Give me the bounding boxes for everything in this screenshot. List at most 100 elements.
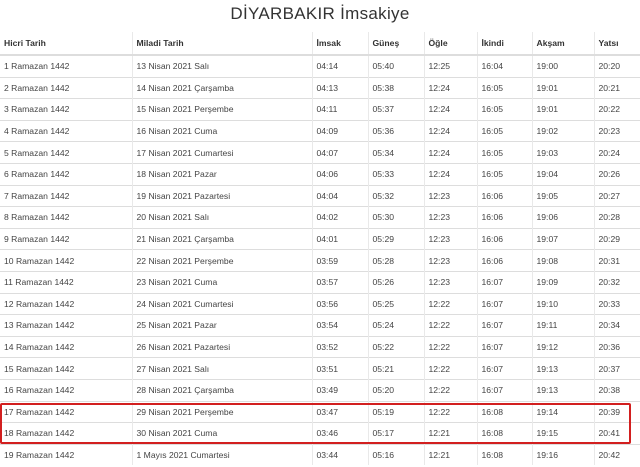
yatsi-cell: 20:33 — [593, 292, 640, 315]
gunes-cell: 05:36 — [367, 119, 424, 142]
ogle-cell: 12:23 — [423, 206, 477, 229]
table-row: 11 Ramazan 1442 23 Nisan 2021 Cuma 03:57 05… — [0, 270, 640, 294]
ogle-cell: 12:24 — [423, 98, 477, 121]
hicri-tarih-cell: 9 Ramazan 1442 — [0, 227, 132, 250]
aksam-cell: 19:13 — [531, 357, 594, 380]
miladi-tarih-cell: 26 Nisan 2021 Pazartesi — [131, 335, 312, 358]
hicri-tarih-cell: 3 Ramazan 1442 — [0, 98, 132, 121]
gunes-cell: 05:33 — [367, 162, 424, 186]
table-row: 7 Ramazan 1442 19 Nisan 2021 Pazartesi 04:… — [0, 184, 640, 207]
yatsi-cell: 20:41 — [593, 422, 640, 445]
aksam-cell: 19:05 — [531, 184, 594, 207]
table-row: 15 Ramazan 1442 27 Nisan 2021 Salı 03:51 05… — [0, 357, 640, 380]
aksam-cell: 19:13 — [531, 378, 594, 401]
hicri-tarih-cell: 19 Ramazan 1442 — [0, 443, 132, 466]
ogle-cell: 12:24 — [423, 76, 477, 99]
yatsi-cell: 20:34 — [593, 314, 640, 337]
ikindi-cell: 16:05 — [476, 141, 532, 164]
gunes-cell: 05:28 — [367, 249, 424, 272]
yatsi-cell: 20:37 — [593, 357, 640, 380]
gunes-cell: 05:30 — [367, 206, 424, 229]
miladi-tarih-cell: 29 Nisan 2021 Perşembe — [131, 400, 312, 423]
aksam-cell: 19:01 — [531, 76, 594, 99]
aksam-cell: 19:00 — [531, 54, 594, 78]
ogle-cell: 12:22 — [423, 400, 477, 423]
ogle-cell: 12:22 — [423, 335, 477, 358]
imsak-cell: 04:02 — [311, 206, 368, 229]
table-row: 3 Ramazan 1442 15 Nisan 2021 Perşembe 04:1… — [0, 98, 640, 121]
yatsi-cell: 20:21 — [593, 76, 640, 99]
hicri-tarih-cell: 17 Ramazan 1442 — [0, 400, 132, 423]
gunes-cell: 05:22 — [367, 335, 424, 358]
yatsi-cell: 20:28 — [593, 206, 640, 229]
miladi-tarih-cell: 18 Nisan 2021 Pazar — [131, 162, 312, 186]
ogle-cell: 12:23 — [423, 227, 477, 250]
aksam-cell: 19:11 — [531, 314, 594, 337]
table-row: 14 Ramazan 1442 26 Nisan 2021 Pazartesi 03… — [0, 335, 640, 358]
imsak-cell: 03:51 — [311, 357, 368, 380]
hicri-tarih-cell: 16 Ramazan 1442 — [0, 378, 132, 401]
table-row: 2 Ramazan 1442 14 Nisan 2021 Çarşamba 04:1… — [0, 76, 640, 99]
ogle-cell: 12:24 — [423, 119, 477, 142]
aksam-cell: 19:06 — [531, 206, 594, 229]
imsak-cell: 03:56 — [311, 292, 368, 315]
ogle-cell: 12:23 — [423, 249, 477, 272]
gunes-cell: 05:19 — [367, 400, 424, 423]
yatsi-cell: 20:36 — [593, 335, 640, 358]
hicri-tarih-cell: 15 Ramazan 1442 — [0, 357, 132, 380]
ikindi-cell: 16:06 — [476, 249, 532, 272]
aksam-cell: 19:01 — [531, 98, 594, 121]
aksam-cell: 19:16 — [531, 443, 594, 466]
miladi-tarih-cell: 20 Nisan 2021 Salı — [131, 206, 312, 229]
ogle-cell: 12:22 — [423, 314, 477, 337]
yatsi-cell: 20:39 — [593, 400, 640, 423]
ogle-cell: 12:24 — [423, 141, 477, 164]
imsak-cell: 04:06 — [311, 162, 368, 186]
header-yatsi: Yatsı — [593, 32, 640, 56]
aksam-cell: 19:14 — [531, 400, 594, 423]
ikindi-cell: 16:06 — [476, 227, 532, 250]
hicri-tarih-cell: 14 Ramazan 1442 — [0, 335, 132, 358]
gunes-cell: 05:40 — [367, 54, 424, 78]
aksam-cell: 19:12 — [531, 335, 594, 358]
yatsi-cell: 20:23 — [593, 119, 640, 142]
ogle-cell: 12:22 — [423, 357, 477, 380]
ikindi-cell: 16:07 — [476, 270, 532, 294]
ogle-cell: 12:22 — [423, 292, 477, 315]
miladi-tarih-cell: 24 Nisan 2021 Cumartesi — [131, 292, 312, 315]
aksam-cell: 19:15 — [531, 422, 594, 445]
gunes-cell: 05:37 — [367, 98, 424, 121]
ogle-cell: 12:24 — [423, 162, 477, 186]
miladi-tarih-cell: 23 Nisan 2021 Cuma — [131, 270, 312, 294]
table-row: 10 Ramazan 1442 22 Nisan 2021 Perşembe 03:… — [0, 249, 640, 272]
ikindi-cell: 16:06 — [476, 184, 532, 207]
gunes-cell: 05:17 — [367, 422, 424, 445]
yatsi-cell: 20:26 — [593, 162, 640, 186]
header-imsak: İmsak — [311, 32, 368, 56]
gunes-cell: 05:34 — [367, 141, 424, 164]
gunes-cell: 05:32 — [367, 184, 424, 207]
imsak-cell: 03:54 — [311, 314, 368, 337]
imsak-cell: 03:52 — [311, 335, 368, 358]
table-row: 19 Ramazan 1442 1 Mayıs 2021 Cumartesi 03:… — [0, 443, 640, 466]
imsak-cell: 03:59 — [311, 249, 368, 272]
miladi-tarih-cell: 22 Nisan 2021 Perşembe — [131, 249, 312, 272]
ikindi-cell: 16:05 — [476, 98, 532, 121]
yatsi-cell: 20:22 — [593, 98, 640, 121]
miladi-tarih-cell: 13 Nisan 2021 Salı — [131, 54, 312, 78]
yatsi-cell: 20:29 — [593, 227, 640, 250]
table-row: 18 Ramazan 1442 30 Nisan 2021 Cuma 03:46 05… — [0, 422, 640, 445]
imsak-cell: 04:09 — [311, 119, 368, 142]
miladi-tarih-cell: 1 Mayıs 2021 Cumartesi — [131, 443, 312, 466]
aksam-cell: 19:02 — [531, 119, 594, 142]
miladi-tarih-cell: 21 Nisan 2021 Çarşamba — [131, 227, 312, 250]
miladi-tarih-cell: 15 Nisan 2021 Perşembe — [131, 98, 312, 121]
hicri-tarih-cell: 1 Ramazan 1442 — [0, 54, 132, 78]
imsak-cell: 03:44 — [311, 443, 368, 466]
gunes-cell: 05:21 — [367, 357, 424, 380]
miladi-tarih-cell: 14 Nisan 2021 Çarşamba — [131, 76, 312, 99]
table-row: 12 Ramazan 1442 24 Nisan 2021 Cumartesi 03… — [0, 292, 640, 315]
ogle-cell: 12:25 — [423, 54, 477, 78]
hicri-tarih-cell: 8 Ramazan 1442 — [0, 206, 132, 229]
ogle-cell: 12:23 — [423, 270, 477, 294]
